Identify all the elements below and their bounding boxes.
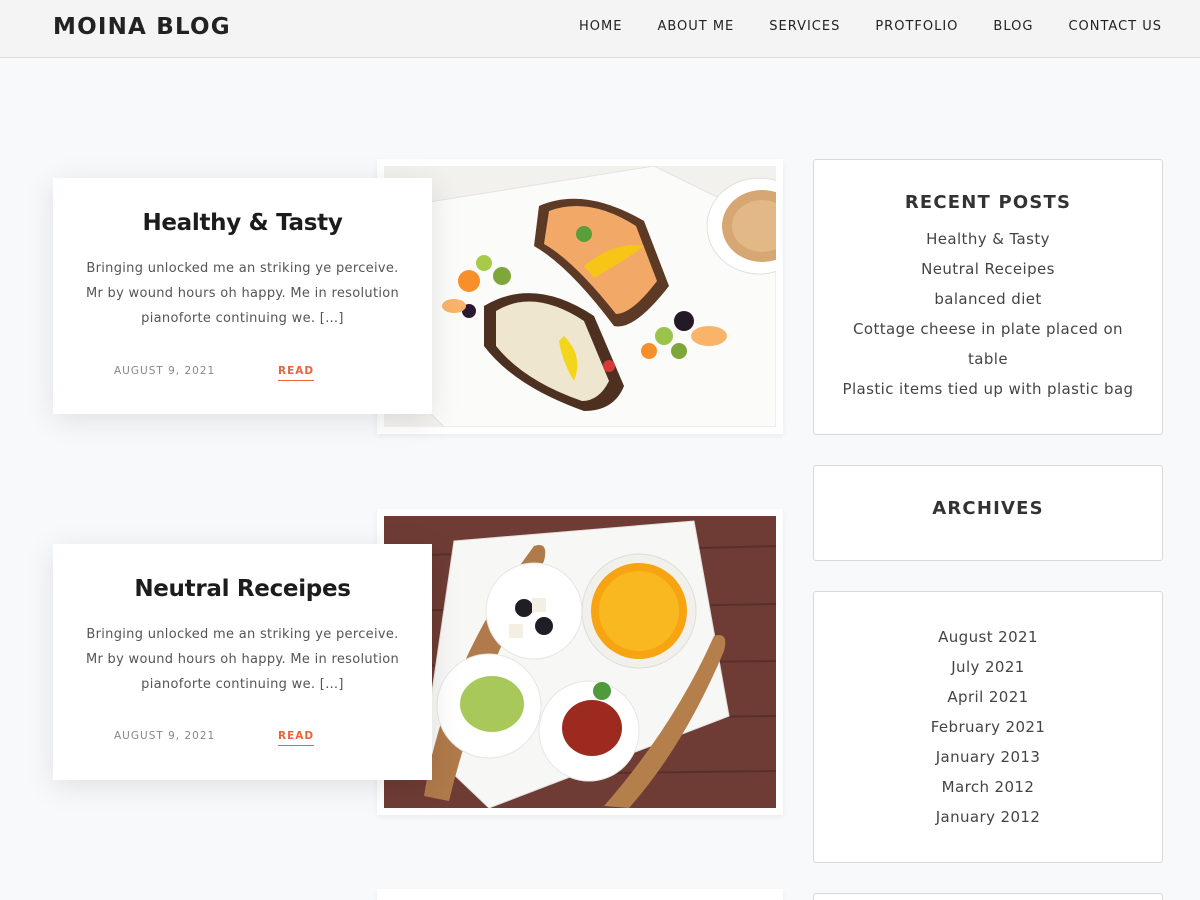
nav-blog[interactable]: BLOG (993, 19, 1033, 34)
post-date: AUGUST 9, 2021 (114, 730, 216, 742)
list-item: March 2012 (814, 772, 1162, 802)
recent-posts-widget: RECENT POSTS Healthy & Tasty Neutral Rec… (813, 159, 1163, 435)
archives-widget: ARCHIVES (813, 465, 1163, 561)
widget-title: RECENT POSTS (904, 192, 1072, 213)
post-title[interactable]: Healthy & Tasty (53, 210, 432, 236)
platter-breakfast-image (384, 516, 776, 808)
read-more-link[interactable]: READ (278, 365, 315, 381)
post-card-healthy-tasty: Healthy & Tasty Bringing unlocked me an … (53, 178, 432, 414)
list-item: Neutral Receipes (842, 254, 1134, 284)
list-item: Plastic items tied up with plastic bag (842, 374, 1134, 404)
archives-list: August 2021 July 2021 April 2021 Februar… (814, 622, 1162, 832)
archive-link[interactable]: February 2021 (931, 718, 1046, 736)
post-meta: AUGUST 9, 2021 READ (53, 730, 432, 750)
list-item: August 2021 (814, 622, 1162, 652)
list-item: April 2021 (814, 682, 1162, 712)
post-excerpt: Bringing unlocked me an striking ye perc… (85, 627, 400, 692)
archives-list-widget: August 2021 July 2021 April 2021 Februar… (813, 591, 1163, 863)
recent-post-link[interactable]: Plastic items tied up with plastic bag (843, 380, 1134, 398)
list-item: January 2013 (814, 742, 1162, 772)
archive-link[interactable]: March 2012 (942, 778, 1035, 796)
post-meta: AUGUST 9, 2021 READ (53, 365, 432, 385)
recent-posts-list: Healthy & Tasty Neutral Receipes balance… (814, 224, 1162, 404)
nav-portfolio[interactable]: PROTFOLIO (875, 19, 958, 34)
next-widget (813, 893, 1163, 900)
archive-link[interactable]: January 2012 (936, 808, 1041, 826)
list-item: January 2012 (814, 802, 1162, 832)
nav-about-me[interactable]: ABOUT ME (657, 19, 734, 34)
list-item: July 2021 (814, 652, 1162, 682)
archive-link[interactable]: April 2021 (947, 688, 1028, 706)
site-header: MOINA BLOG HOME ABOUT ME SERVICES PROTFO… (0, 0, 1200, 58)
nav-home[interactable]: HOME (579, 19, 622, 34)
widget-title: ARCHIVES (932, 498, 1044, 519)
list-item: Cottage cheese in plate placed on table (842, 314, 1134, 374)
site-title[interactable]: MOINA BLOG (53, 14, 231, 40)
recent-post-link[interactable]: Healthy & Tasty (926, 230, 1050, 248)
post-image-next[interactable] (377, 889, 783, 900)
recent-post-link[interactable]: Cottage cheese in plate placed on table (853, 320, 1123, 368)
read-more-link[interactable]: READ (278, 730, 315, 746)
post-date: AUGUST 9, 2021 (114, 365, 216, 377)
post-image-healthy-tasty[interactable] (377, 159, 783, 434)
recent-post-link[interactable]: balanced diet (934, 290, 1041, 308)
archive-link[interactable]: January 2013 (936, 748, 1041, 766)
list-item: February 2021 (814, 712, 1162, 742)
list-item: balanced diet (842, 284, 1134, 314)
archive-link[interactable]: August 2021 (938, 628, 1038, 646)
post-card-neutral-receipes: Neutral Receipes Bringing unlocked me an… (53, 544, 432, 780)
nav-services[interactable]: SERVICES (769, 19, 840, 34)
post-title[interactable]: Neutral Receipes (53, 576, 432, 602)
recent-post-link[interactable]: Neutral Receipes (921, 260, 1055, 278)
archive-link[interactable]: July 2021 (951, 658, 1025, 676)
toast-breakfast-image (384, 166, 776, 427)
post-excerpt: Bringing unlocked me an striking ye perc… (85, 261, 400, 326)
nav-contact-us[interactable]: CONTACT US (1068, 19, 1162, 34)
main-nav: HOME ABOUT ME SERVICES PROTFOLIO BLOG CO… (579, 19, 1162, 34)
list-item: Healthy & Tasty (842, 224, 1134, 254)
post-image-neutral-receipes[interactable] (377, 509, 783, 815)
